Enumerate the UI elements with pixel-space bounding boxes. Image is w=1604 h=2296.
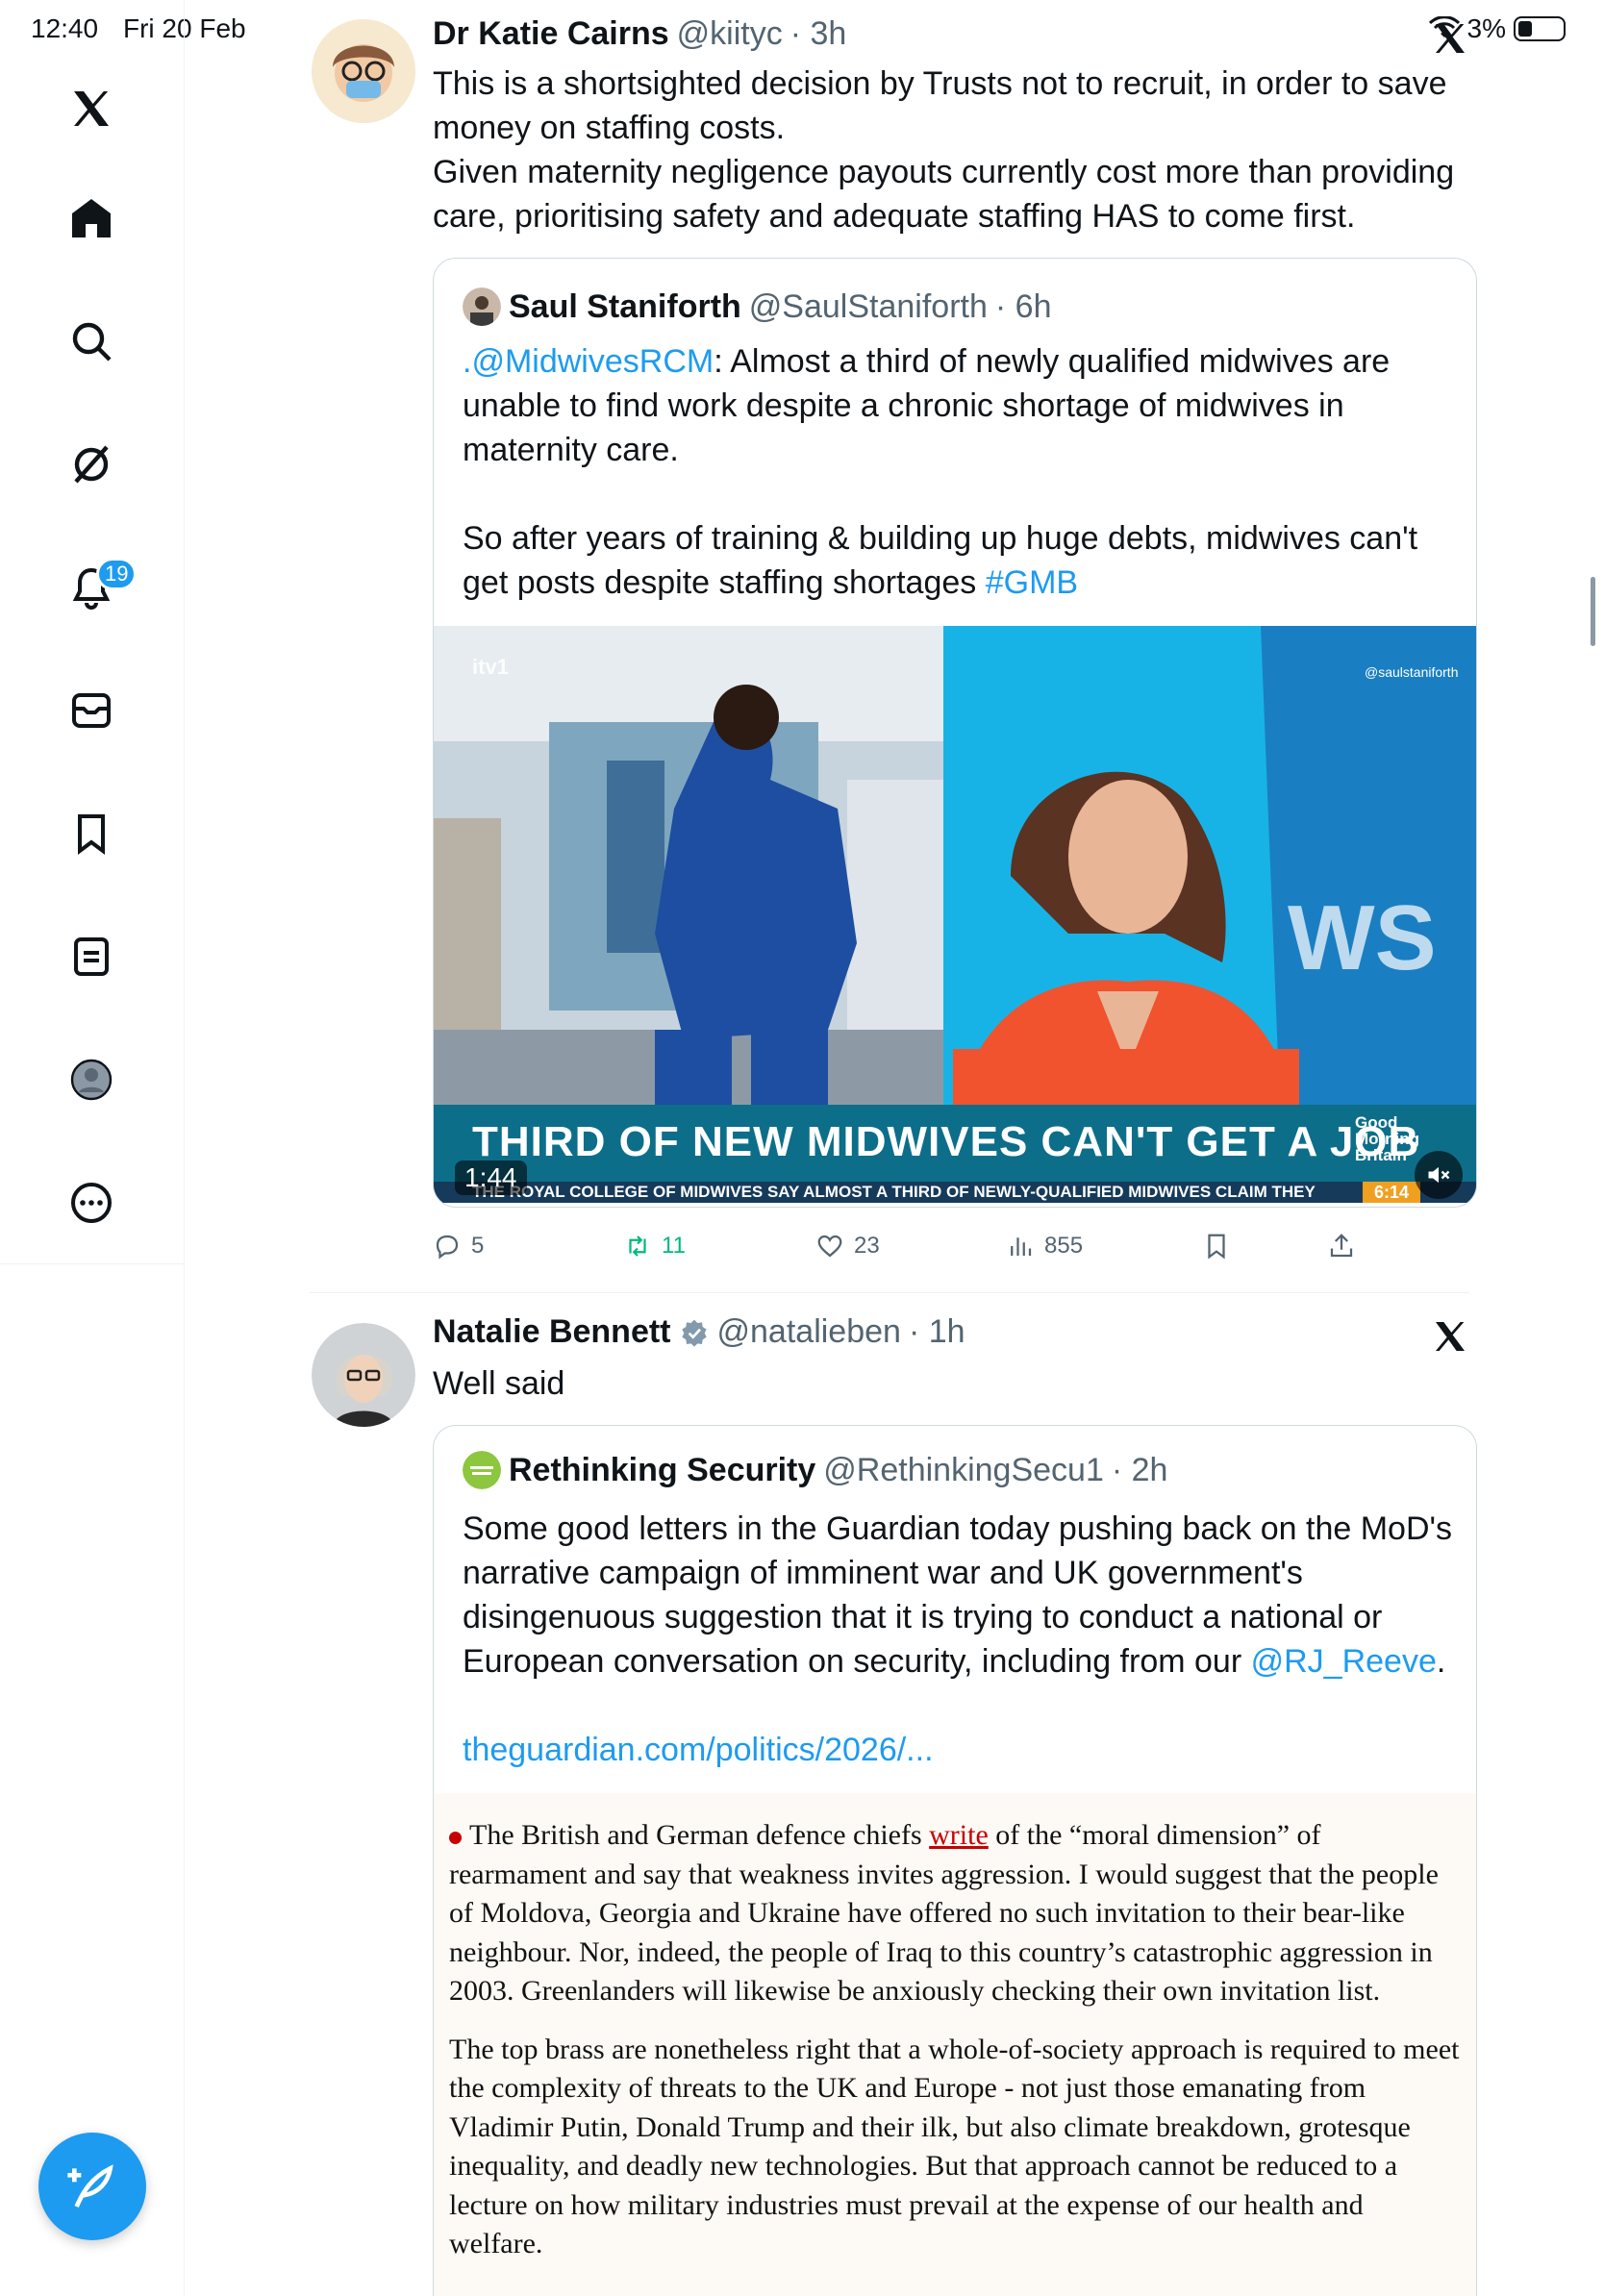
gmb-logo-line: Britain bbox=[1355, 1146, 1407, 1164]
bullet-dot bbox=[449, 1831, 462, 1844]
heart-icon bbox=[817, 1235, 842, 1258]
video-chyron: THIRD OF NEW MIDWIVES CAN'T GET A JOB bbox=[434, 1105, 1476, 1182]
mention-link[interactable]: @RJ_Reeve bbox=[1251, 1643, 1437, 1680]
post-header: Dr Katie Cairns @kiityc · 3h bbox=[433, 15, 846, 53]
post-text: Well said bbox=[433, 1365, 565, 1402]
post-actions: 5 11 23 855 bbox=[433, 1227, 1394, 1265]
backdrop-text: WS bbox=[1288, 886, 1437, 989]
verified-badge-icon bbox=[681, 1319, 707, 1347]
profile-icon[interactable] bbox=[63, 1052, 119, 1108]
share-icon bbox=[1330, 1234, 1353, 1258]
quote-header: Saul Staniforth @SaulStaniforth · 6h bbox=[463, 287, 1051, 326]
hashtag-link[interactable]: #GMB bbox=[986, 564, 1078, 601]
mention-link[interactable]: .@MidwivesRCM bbox=[463, 343, 714, 380]
quote-author-name[interactable]: Saul Staniforth bbox=[509, 288, 741, 326]
scrollbar[interactable] bbox=[1591, 577, 1595, 646]
post-divider bbox=[310, 1292, 1469, 1293]
quote-text-end: . bbox=[1436, 1643, 1446, 1680]
channel-logo: itv1 bbox=[472, 655, 509, 679]
views-count: 855 bbox=[1044, 1233, 1084, 1259]
x-logo-icon[interactable] bbox=[63, 81, 119, 137]
views-icon bbox=[1011, 1237, 1032, 1256]
quote-time: · 2h bbox=[1111, 1451, 1168, 1488]
quoted-post[interactable]: Rethinking Security @RethinkingSecu1 · 2… bbox=[433, 1425, 1477, 2296]
quote-avatar bbox=[463, 1451, 501, 1489]
quote-header: Rethinking Security @RethinkingSecu1 · 2… bbox=[463, 1451, 1167, 1489]
ticker-time: 6:14 bbox=[1363, 1182, 1420, 1203]
article-image[interactable]: The British and German defence chiefs wr… bbox=[434, 1793, 1476, 2296]
home-icon[interactable] bbox=[63, 190, 119, 246]
views-button[interactable]: 855 bbox=[1006, 1232, 1083, 1260]
post-header: Natalie Bennett @natalieben · 1h bbox=[433, 1313, 965, 1351]
quote-text-body: So after years of training & building up… bbox=[463, 520, 1418, 601]
article-paragraph: The British and German defence chiefs wr… bbox=[449, 1816, 1463, 2011]
video-ticker: THE ROYAL COLLEGE OF MIDWIVES SAY ALMOST… bbox=[434, 1182, 1476, 1203]
quote-author-name[interactable]: Rethinking Security bbox=[509, 1452, 815, 1489]
gmb-logo-line: Morning bbox=[1355, 1130, 1420, 1148]
bookmarks-icon[interactable] bbox=[63, 806, 119, 861]
quote-text: .@MidwivesRCM: Almost a third of newly q… bbox=[463, 339, 1453, 605]
article-link[interactable]: theguardian.com/politics/2026/... bbox=[463, 1728, 1453, 1772]
quoted-post[interactable]: Saul Staniforth @SaulStaniforth · 6h .@M… bbox=[433, 258, 1477, 1208]
grok-icon[interactable] bbox=[63, 437, 119, 492]
post-text-line: money on staffing costs. bbox=[433, 110, 786, 146]
post-time[interactable]: · 1h bbox=[909, 1313, 965, 1351]
post-text-line: Given maternity negligence payouts curre… bbox=[433, 154, 1455, 190]
post-text-line: care, prioritising safety and adequate s… bbox=[433, 198, 1356, 235]
compose-feather-icon bbox=[67, 2164, 113, 2208]
bookmark-button[interactable] bbox=[1202, 1232, 1231, 1260]
mute-button[interactable] bbox=[1415, 1151, 1463, 1199]
quote-author-handle[interactable]: @SaulStaniforth bbox=[749, 288, 988, 326]
quote-time: · 6h bbox=[994, 287, 1052, 325]
search-icon[interactable] bbox=[63, 313, 119, 369]
bookmark-icon bbox=[1208, 1234, 1225, 1260]
video-player[interactable]: @saulstaniforth itv1 WS THIRD OF NEW MID… bbox=[434, 626, 1476, 1203]
chyron-title: THIRD OF NEW MIDWIVES CAN'T GET A JOB bbox=[472, 1118, 1420, 1165]
gmb-logo: Good Morning Britain bbox=[1355, 1114, 1419, 1163]
post-text-line: This is a shortsighted decision by Trust… bbox=[433, 65, 1447, 102]
post-time[interactable]: · 3h bbox=[790, 15, 847, 53]
messages-icon[interactable] bbox=[63, 683, 119, 738]
more-icon[interactable] bbox=[63, 1175, 119, 1231]
like-button[interactable]: 23 bbox=[815, 1232, 880, 1260]
battery-icon bbox=[1514, 16, 1566, 41]
gmb-logo-line: Good bbox=[1355, 1113, 1398, 1132]
article-paragraph: The top brass are nonetheless right that… bbox=[449, 2033, 1460, 2260]
repost-count: 11 bbox=[662, 1233, 686, 1259]
share-button[interactable] bbox=[1327, 1232, 1356, 1260]
avatar[interactable] bbox=[312, 1323, 415, 1427]
article-inline-link: write bbox=[929, 1819, 989, 1851]
quote-text: Some good letters in the Guardian today … bbox=[463, 1507, 1453, 1772]
quote-avatar bbox=[463, 287, 501, 326]
repost-icon bbox=[629, 1235, 646, 1257]
muted-speaker-icon bbox=[1428, 1166, 1450, 1184]
sidebar: 19 bbox=[0, 0, 185, 2296]
reply-button[interactable]: 5 bbox=[433, 1232, 484, 1260]
compose-button[interactable] bbox=[38, 2133, 146, 2240]
timeline: Dr Katie Cairns @kiityc · 3h This is a s… bbox=[185, 0, 1512, 2296]
post-text: This is a shortsighted decision by Trust… bbox=[433, 62, 1491, 238]
article-text: The British and German defence chiefs bbox=[469, 1819, 930, 1851]
author-handle[interactable]: @natalieben bbox=[717, 1313, 901, 1351]
video-duration: 1:44 bbox=[455, 1160, 527, 1195]
reply-count: 5 bbox=[471, 1233, 485, 1259]
lists-icon[interactable] bbox=[63, 929, 119, 985]
notifications-badge: 19 bbox=[96, 558, 138, 590]
x-logo-icon[interactable] bbox=[1431, 1317, 1469, 1356]
video-watermark: @saulstaniforth bbox=[1365, 664, 1459, 680]
avatar[interactable] bbox=[312, 19, 415, 123]
x-logo-icon[interactable] bbox=[1431, 19, 1469, 58]
sidebar-divider bbox=[0, 1263, 185, 1264]
like-count: 23 bbox=[854, 1233, 880, 1259]
quote-author-handle[interactable]: @RethinkingSecu1 bbox=[823, 1452, 1104, 1489]
author-name[interactable]: Natalie Bennett bbox=[433, 1313, 671, 1351]
reply-icon bbox=[436, 1235, 459, 1260]
author-name[interactable]: Dr Katie Cairns bbox=[433, 15, 669, 53]
author-handle[interactable]: @kiityc bbox=[677, 15, 783, 53]
repost-button[interactable]: 11 bbox=[623, 1232, 686, 1260]
